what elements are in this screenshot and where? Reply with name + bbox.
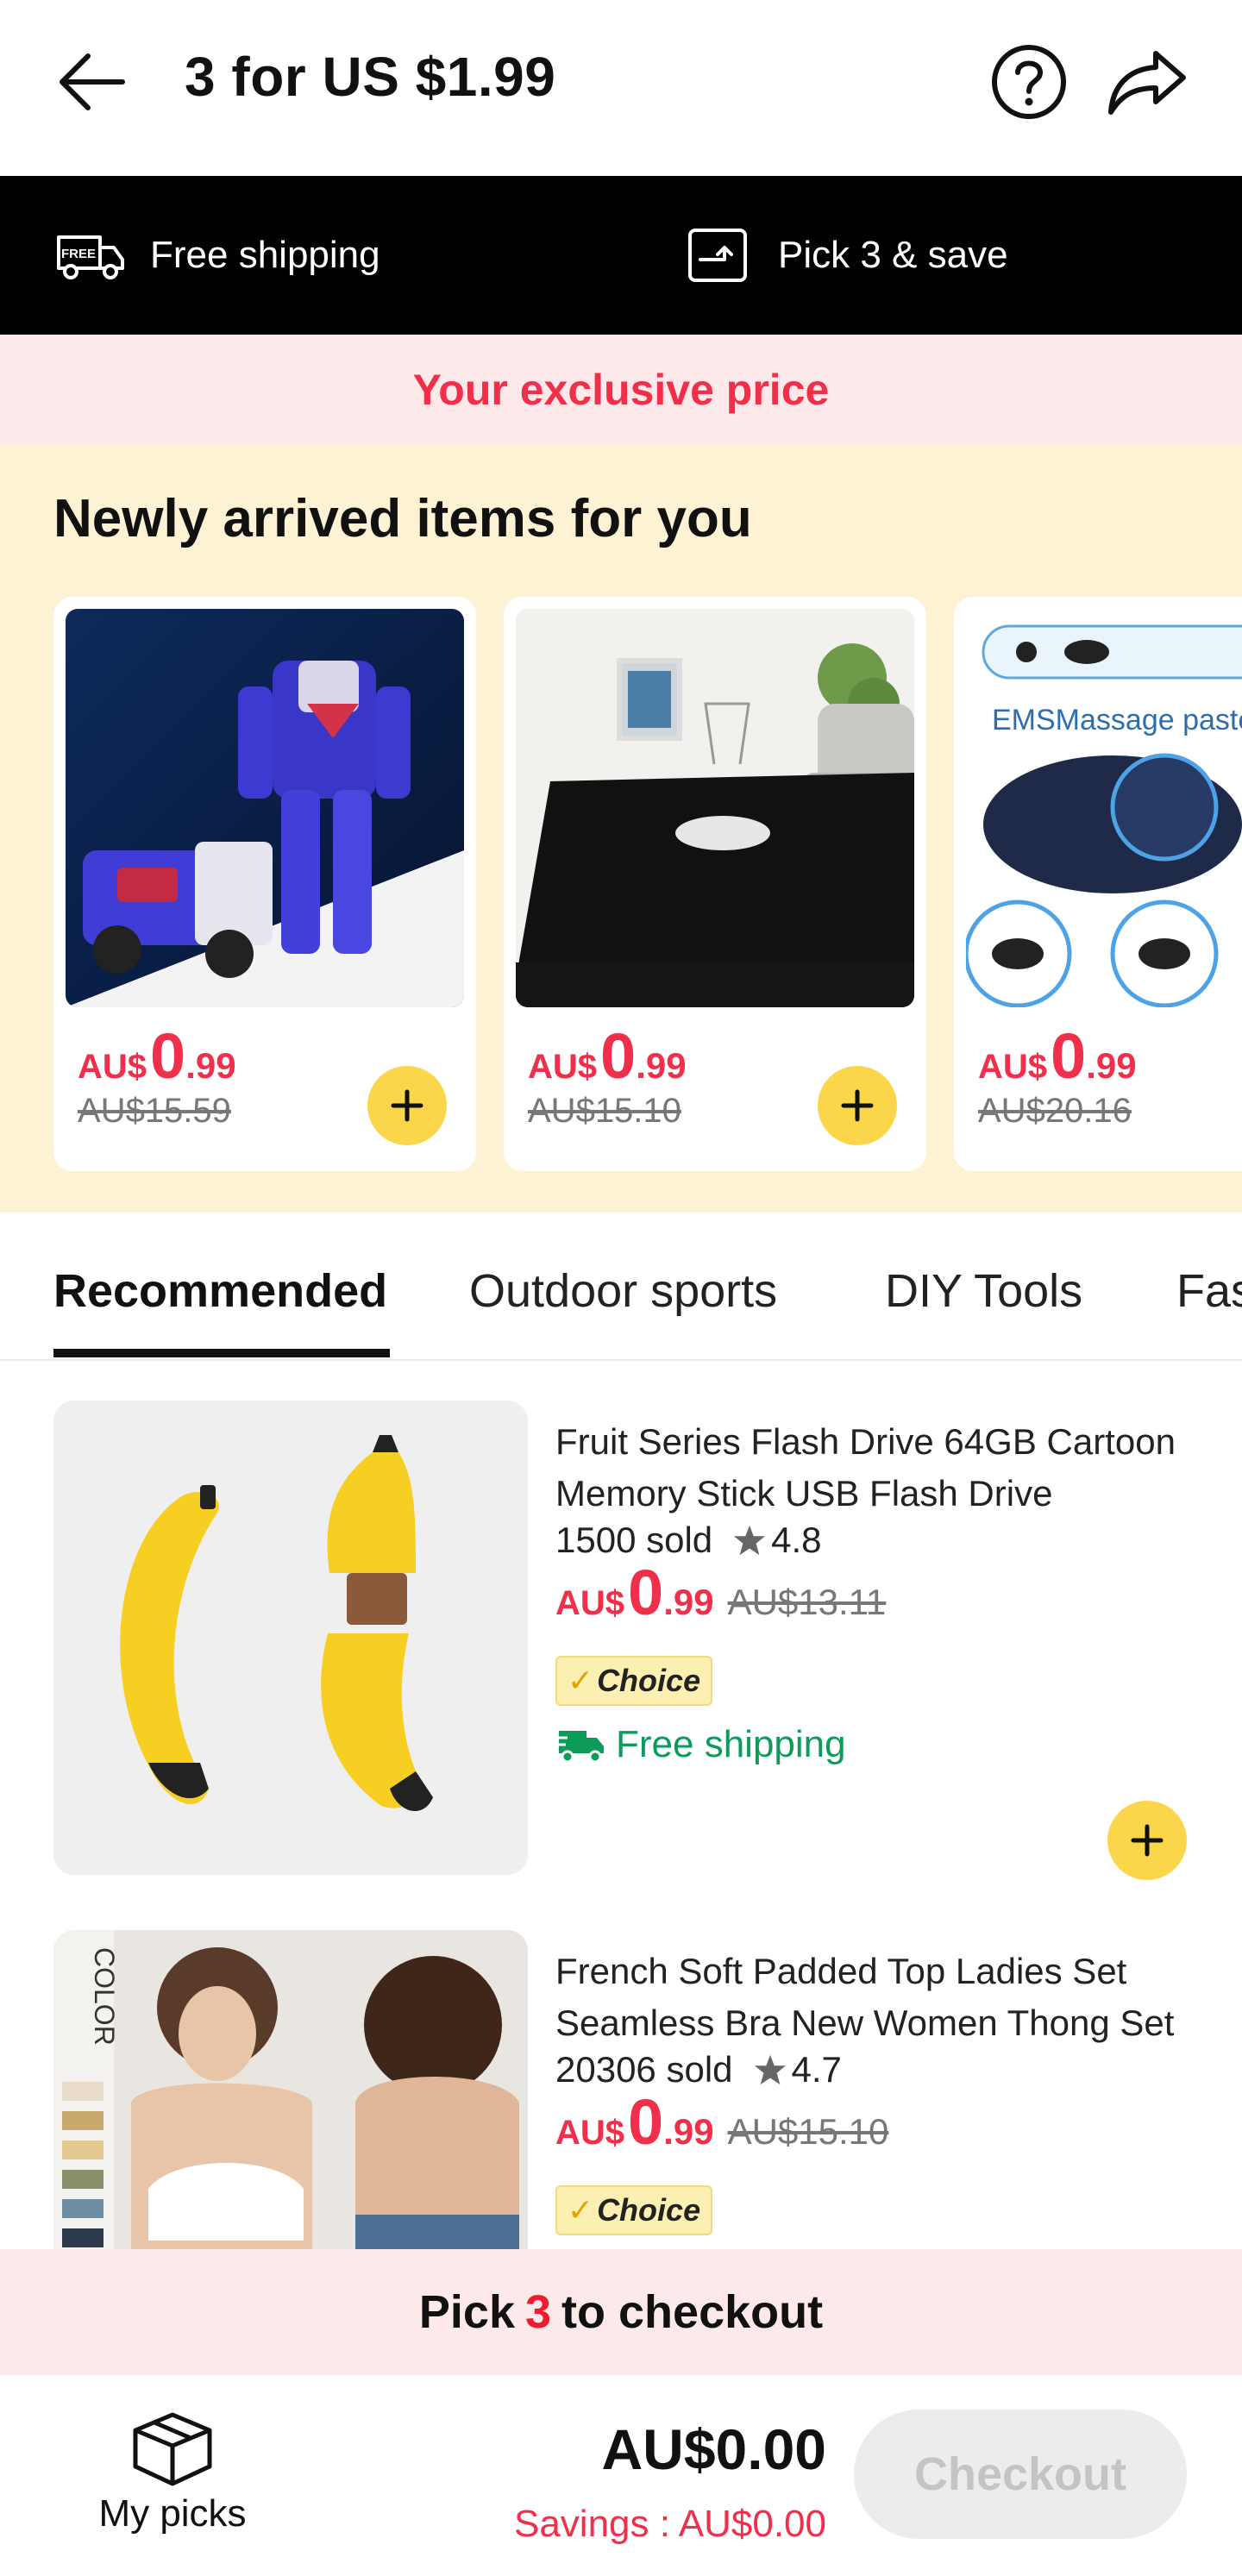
tab-outdoor-sports[interactable]: Outdoor sports xyxy=(469,1264,777,1318)
add-to-picks-button[interactable] xyxy=(818,1066,897,1145)
rating: 4.7 xyxy=(791,2049,842,2090)
image-caption: COLOR xyxy=(89,1947,120,2046)
benefits-bar: FREE Free shipping Pick 3 & save xyxy=(0,176,1242,335)
star-icon xyxy=(754,2054,786,2085)
sold-count: 1500 sold xyxy=(555,1520,713,1560)
pick-save-benefit: Pick 3 & save xyxy=(681,176,1008,335)
product-image-black-rug[interactable] xyxy=(516,609,914,1007)
checkmark-icon: ✓ xyxy=(567,1663,594,1698)
share-arrow-icon[interactable] xyxy=(1104,43,1190,121)
sold-count: 20306 sold xyxy=(555,2049,733,2090)
product-meta: 20306 sold 4.7 xyxy=(555,2049,842,2090)
section-title: Newly arrived items for you xyxy=(53,489,752,548)
question-circle-icon[interactable] xyxy=(988,41,1070,122)
product-card[interactable]: AU$ 0 .99 AU$15.59 xyxy=(53,597,476,1171)
original-price: AU$15.10 xyxy=(528,1092,681,1130)
free-shipping-benefit: FREE Free shipping xyxy=(53,176,380,335)
free-shipping-tag: Free shipping xyxy=(555,1723,846,1766)
product-image-ems-massager[interactable]: EMSMassage paste xyxy=(966,609,1242,1007)
free-truck-icon: FREE xyxy=(57,235,124,279)
pick-save-label: Pick 3 & save xyxy=(778,234,1008,276)
newly-arrived-carousel[interactable]: AU$ 0 .99 AU$15.59 AU$ 0 .99 AU$15.10 EM… xyxy=(53,597,1242,1171)
choice-badge: ✓ Choice xyxy=(555,2185,712,2235)
truck-icon xyxy=(555,1731,604,1764)
exclusive-price-banner: Your exclusive price xyxy=(0,335,1242,445)
star-icon xyxy=(734,1525,766,1556)
sale-price: AU$ 0 .99 xyxy=(528,1020,687,1092)
sale-price: AU$ 0 .99 AU$13.11 xyxy=(555,1557,887,1628)
plus-icon xyxy=(391,1089,423,1122)
checkmark-icon: ✓ xyxy=(567,2192,594,2228)
product-meta: 1500 sold 4.8 xyxy=(555,1520,822,1561)
tab-fashion[interactable]: Fas xyxy=(1176,1264,1242,1318)
list-item[interactable]: Fruit Series Flash Drive 64GB Cartoon Me… xyxy=(0,1401,1242,1918)
top-app-bar: 3 for US $1.99 xyxy=(0,0,1242,176)
product-title[interactable]: French Soft Padded Top Ladies Set Seamle… xyxy=(555,1946,1194,2049)
tab-diy-tools[interactable]: DIY Tools xyxy=(885,1264,1082,1318)
return-box-icon xyxy=(688,229,747,282)
pick-to-checkout-bar: Pick 3 to checkout xyxy=(0,2249,1242,2375)
original-price: AU$20.16 xyxy=(978,1092,1132,1130)
sale-price: AU$ 0 .99 xyxy=(78,1020,236,1092)
add-to-picks-button[interactable] xyxy=(1107,1801,1187,1880)
original-price: AU$15.10 xyxy=(727,2111,889,2152)
product-card[interactable]: EMSMassage paste AU$ 0 .99 AU$20.16 xyxy=(954,597,1242,1171)
my-picks-label: My picks xyxy=(98,2492,247,2535)
total-price: AU$0.00 xyxy=(601,2417,827,2481)
savings-amount: Savings : AU$0.00 xyxy=(513,2503,826,2545)
plus-icon xyxy=(1131,1824,1164,1857)
plus-icon xyxy=(841,1089,874,1122)
product-card[interactable]: AU$ 0 .99 AU$15.10 xyxy=(504,597,926,1171)
pick-count: 3 xyxy=(525,2286,552,2338)
arrow-left-icon[interactable] xyxy=(53,43,131,121)
my-picks-button[interactable]: My picks xyxy=(95,2410,250,2535)
free-badge-text: FREE xyxy=(61,247,96,261)
free-shipping-label: Free shipping xyxy=(150,234,380,276)
box-icon xyxy=(133,2412,212,2486)
bottom-checkout-bar: My picks AU$0.00 Savings : AU$0.00 Check… xyxy=(0,2375,1242,2576)
sale-price: AU$ 0 .99 AU$15.10 xyxy=(555,2086,889,2158)
choice-badge: ✓ Choice xyxy=(555,1656,712,1706)
sale-price: AU$ 0 .99 xyxy=(978,1020,1137,1092)
original-price: AU$15.59 xyxy=(78,1092,231,1130)
newly-arrived-section: Newly arrived items for you AU$ 0 .99 AU… xyxy=(0,445,1242,1213)
rating: 4.8 xyxy=(771,1520,822,1560)
checkout-button[interactable]: Checkout xyxy=(854,2410,1187,2539)
product-image-robot-toy[interactable] xyxy=(66,609,464,1007)
product-title[interactable]: Fruit Series Flash Drive 64GB Cartoon Me… xyxy=(555,1416,1194,1520)
add-to-picks-button[interactable] xyxy=(367,1066,447,1145)
category-tabs: Recommended Outdoor sports DIY Tools Fas xyxy=(0,1213,1242,1361)
original-price: AU$13.11 xyxy=(727,1582,887,1622)
product-image-banana-usb[interactable] xyxy=(53,1401,528,1875)
page-title: 3 for US $1.99 xyxy=(185,46,556,108)
tab-recommended[interactable]: Recommended xyxy=(53,1264,387,1318)
image-caption: EMSMassage paste xyxy=(992,704,1242,736)
active-tab-indicator xyxy=(53,1349,390,1357)
